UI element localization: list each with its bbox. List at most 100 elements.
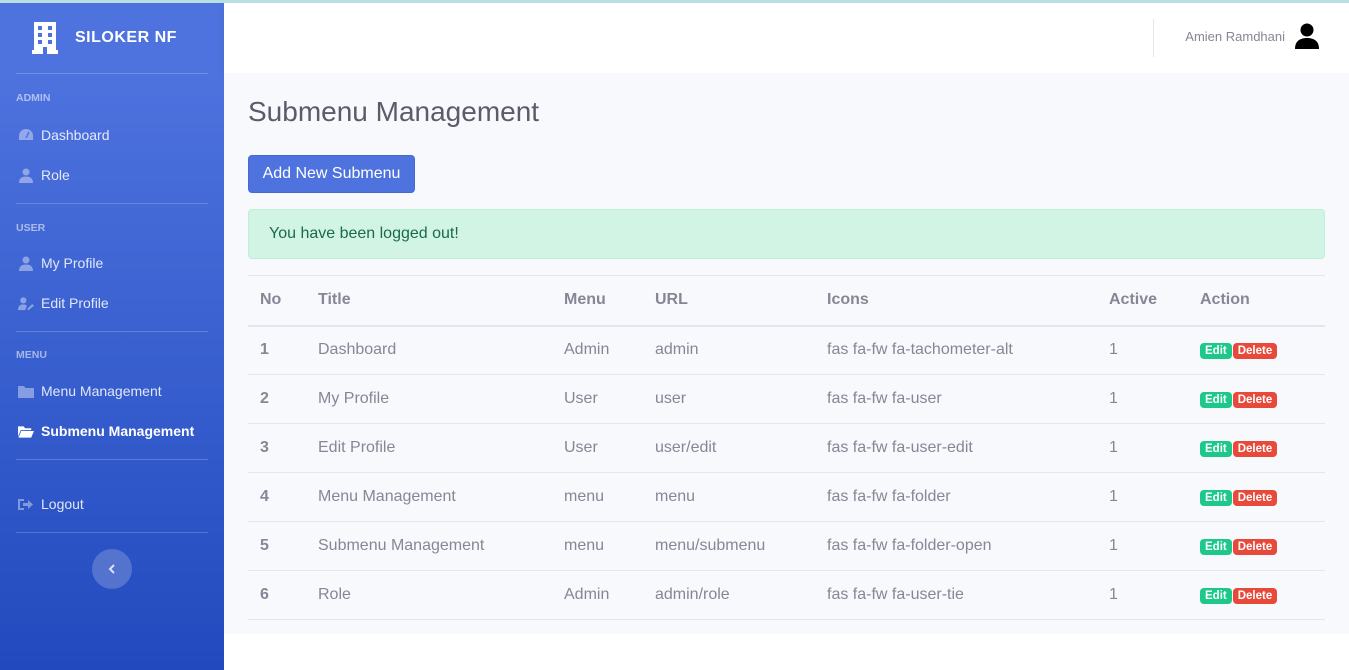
sidebar-heading-admin: ADMIN [16, 92, 51, 104]
edit-button[interactable]: Edit [1200, 441, 1232, 457]
user-name: Amien Ramdhani [1185, 28, 1285, 44]
cell-title: My Profile [306, 374, 552, 424]
column-header-icons: Icons [815, 275, 1097, 327]
edit-button[interactable]: Edit [1200, 539, 1232, 555]
sidebar-item-label: Logout [41, 496, 84, 512]
cell-title: Submenu Management [306, 521, 552, 571]
table-row: 1 Dashboard Admin admin fas fa-fw fa-tac… [248, 325, 1325, 375]
sidebar-toggle-button[interactable] [92, 549, 132, 589]
cell-no: 6 [248, 570, 306, 620]
user-tie-icon [18, 167, 34, 183]
logout-alert: You have been logged out! [248, 209, 1325, 259]
cell-action: Edit Delete [1188, 374, 1325, 424]
cell-url: admin/role [643, 570, 815, 620]
delete-button[interactable]: Delete [1232, 343, 1278, 360]
cell-icons: fas fa-fw fa-user-edit [815, 423, 1097, 473]
cell-no: 5 [248, 521, 306, 571]
table-header-row: No Title Menu URL Icons Active Action [248, 275, 1325, 327]
cell-url: user [643, 374, 815, 424]
submenu-table: No Title Menu URL Icons Active Action 1 … [248, 275, 1325, 620]
cell-icons: fas fa-fw fa-folder [815, 472, 1097, 522]
topbar: Amien Ramdhani [224, 3, 1349, 73]
column-header-title: Title [306, 275, 552, 327]
sidebar-item-my-profile[interactable]: My Profile [0, 243, 224, 283]
cell-no: 2 [248, 374, 306, 424]
sidebar-item-submenu-management[interactable]: Submenu Management [0, 411, 224, 451]
cell-action: Edit Delete [1188, 325, 1325, 375]
page-title: Submenu Management [248, 96, 540, 127]
user-menu[interactable]: Amien Ramdhani [1185, 23, 1319, 49]
cell-title: Role [306, 570, 552, 620]
tachometer-icon [18, 127, 34, 143]
cell-active: 1 [1097, 374, 1188, 424]
cell-active: 1 [1097, 570, 1188, 620]
sidebar: SILOKER NF ADMIN Dashboard Role USER My … [0, 3, 224, 670]
cell-url: menu/submenu [643, 521, 815, 571]
cell-action: Edit Delete [1188, 423, 1325, 473]
cell-active: 1 [1097, 472, 1188, 522]
sidebar-item-logout[interactable]: Logout [0, 484, 224, 524]
column-header-action: Action [1188, 275, 1325, 327]
cell-menu: menu [552, 472, 643, 522]
delete-button[interactable]: Delete [1232, 539, 1278, 555]
sidebar-item-label: Role [41, 167, 70, 183]
cell-url: menu [643, 472, 815, 522]
sidebar-item-label: My Profile [41, 255, 104, 271]
sidebar-heading-menu: MENU [16, 349, 47, 361]
table-row: 6 Role Admin admin/role fas fa-fw fa-use… [248, 570, 1325, 620]
edit-button[interactable]: Edit [1200, 588, 1232, 604]
delete-button[interactable]: Delete [1232, 490, 1278, 506]
sidebar-item-edit-profile[interactable]: Edit Profile [0, 283, 224, 323]
cell-icons: fas fa-fw fa-user-tie [815, 570, 1097, 620]
sidebar-item-label: Submenu Management [41, 423, 195, 439]
folder-open-icon [18, 423, 34, 439]
add-submenu-button[interactable]: Add New Submenu [248, 155, 415, 193]
cell-active: 1 [1097, 325, 1188, 375]
cell-menu: User [552, 423, 643, 473]
cell-action: Edit Delete [1188, 521, 1325, 571]
cell-icons: fas fa-fw fa-user [815, 374, 1097, 424]
cell-menu: Admin [552, 570, 643, 620]
sidebar-divider [16, 532, 208, 533]
table-row: 5 Submenu Management menu menu/submenu f… [248, 521, 1325, 571]
sidebar-item-label: Dashboard [41, 127, 110, 143]
delete-button[interactable]: Delete [1232, 588, 1278, 604]
table-row: 2 My Profile User user fas fa-fw fa-user… [248, 374, 1325, 424]
user-avatar-icon [1295, 23, 1319, 49]
sidebar-item-label: Menu Management [41, 383, 162, 399]
edit-button[interactable]: Edit [1200, 343, 1232, 360]
cell-menu: User [552, 374, 643, 424]
cell-icons: fas fa-fw fa-tachometer-alt [815, 325, 1097, 375]
cell-url: admin [643, 325, 815, 375]
edit-button[interactable]: Edit [1200, 490, 1232, 506]
cell-active: 1 [1097, 521, 1188, 571]
cell-active: 1 [1097, 423, 1188, 473]
chevron-left-icon [108, 564, 115, 574]
cell-action: Edit Delete [1188, 472, 1325, 522]
cell-url: user/edit [643, 423, 815, 473]
sidebar-heading-user: USER [16, 222, 46, 234]
cell-icons: fas fa-fw fa-folder-open [815, 521, 1097, 571]
brand-name: SILOKER NF [75, 29, 177, 46]
cell-no: 3 [248, 423, 306, 473]
sidebar-item-role[interactable]: Role [0, 155, 224, 195]
column-header-url: URL [643, 275, 815, 327]
delete-button[interactable]: Delete [1232, 441, 1278, 457]
sidebar-item-dashboard[interactable]: Dashboard [0, 115, 224, 155]
column-header-no: No [248, 275, 306, 327]
column-header-active: Active [1097, 275, 1188, 327]
cell-menu: Admin [552, 325, 643, 375]
edit-button[interactable]: Edit [1200, 392, 1232, 408]
footer [224, 634, 1349, 670]
cell-menu: menu [552, 521, 643, 571]
cell-action: Edit Delete [1188, 570, 1325, 620]
delete-button[interactable]: Delete [1232, 392, 1278, 408]
sign-out-icon [18, 496, 34, 512]
sidebar-brand[interactable]: SILOKER NF [0, 3, 224, 73]
cell-no: 4 [248, 472, 306, 522]
sidebar-item-label: Edit Profile [41, 295, 109, 311]
topbar-divider [1153, 19, 1154, 57]
sidebar-item-menu-management[interactable]: Menu Management [0, 371, 224, 411]
cell-title: Dashboard [306, 325, 552, 375]
user-edit-icon [18, 295, 34, 311]
